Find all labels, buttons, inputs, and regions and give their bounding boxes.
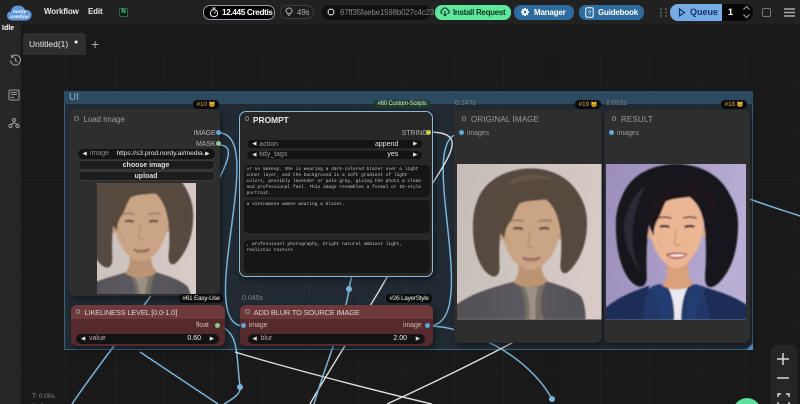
svg-text:?: ?	[588, 11, 592, 17]
svg-text:comfyui: comfyui	[10, 14, 29, 20]
